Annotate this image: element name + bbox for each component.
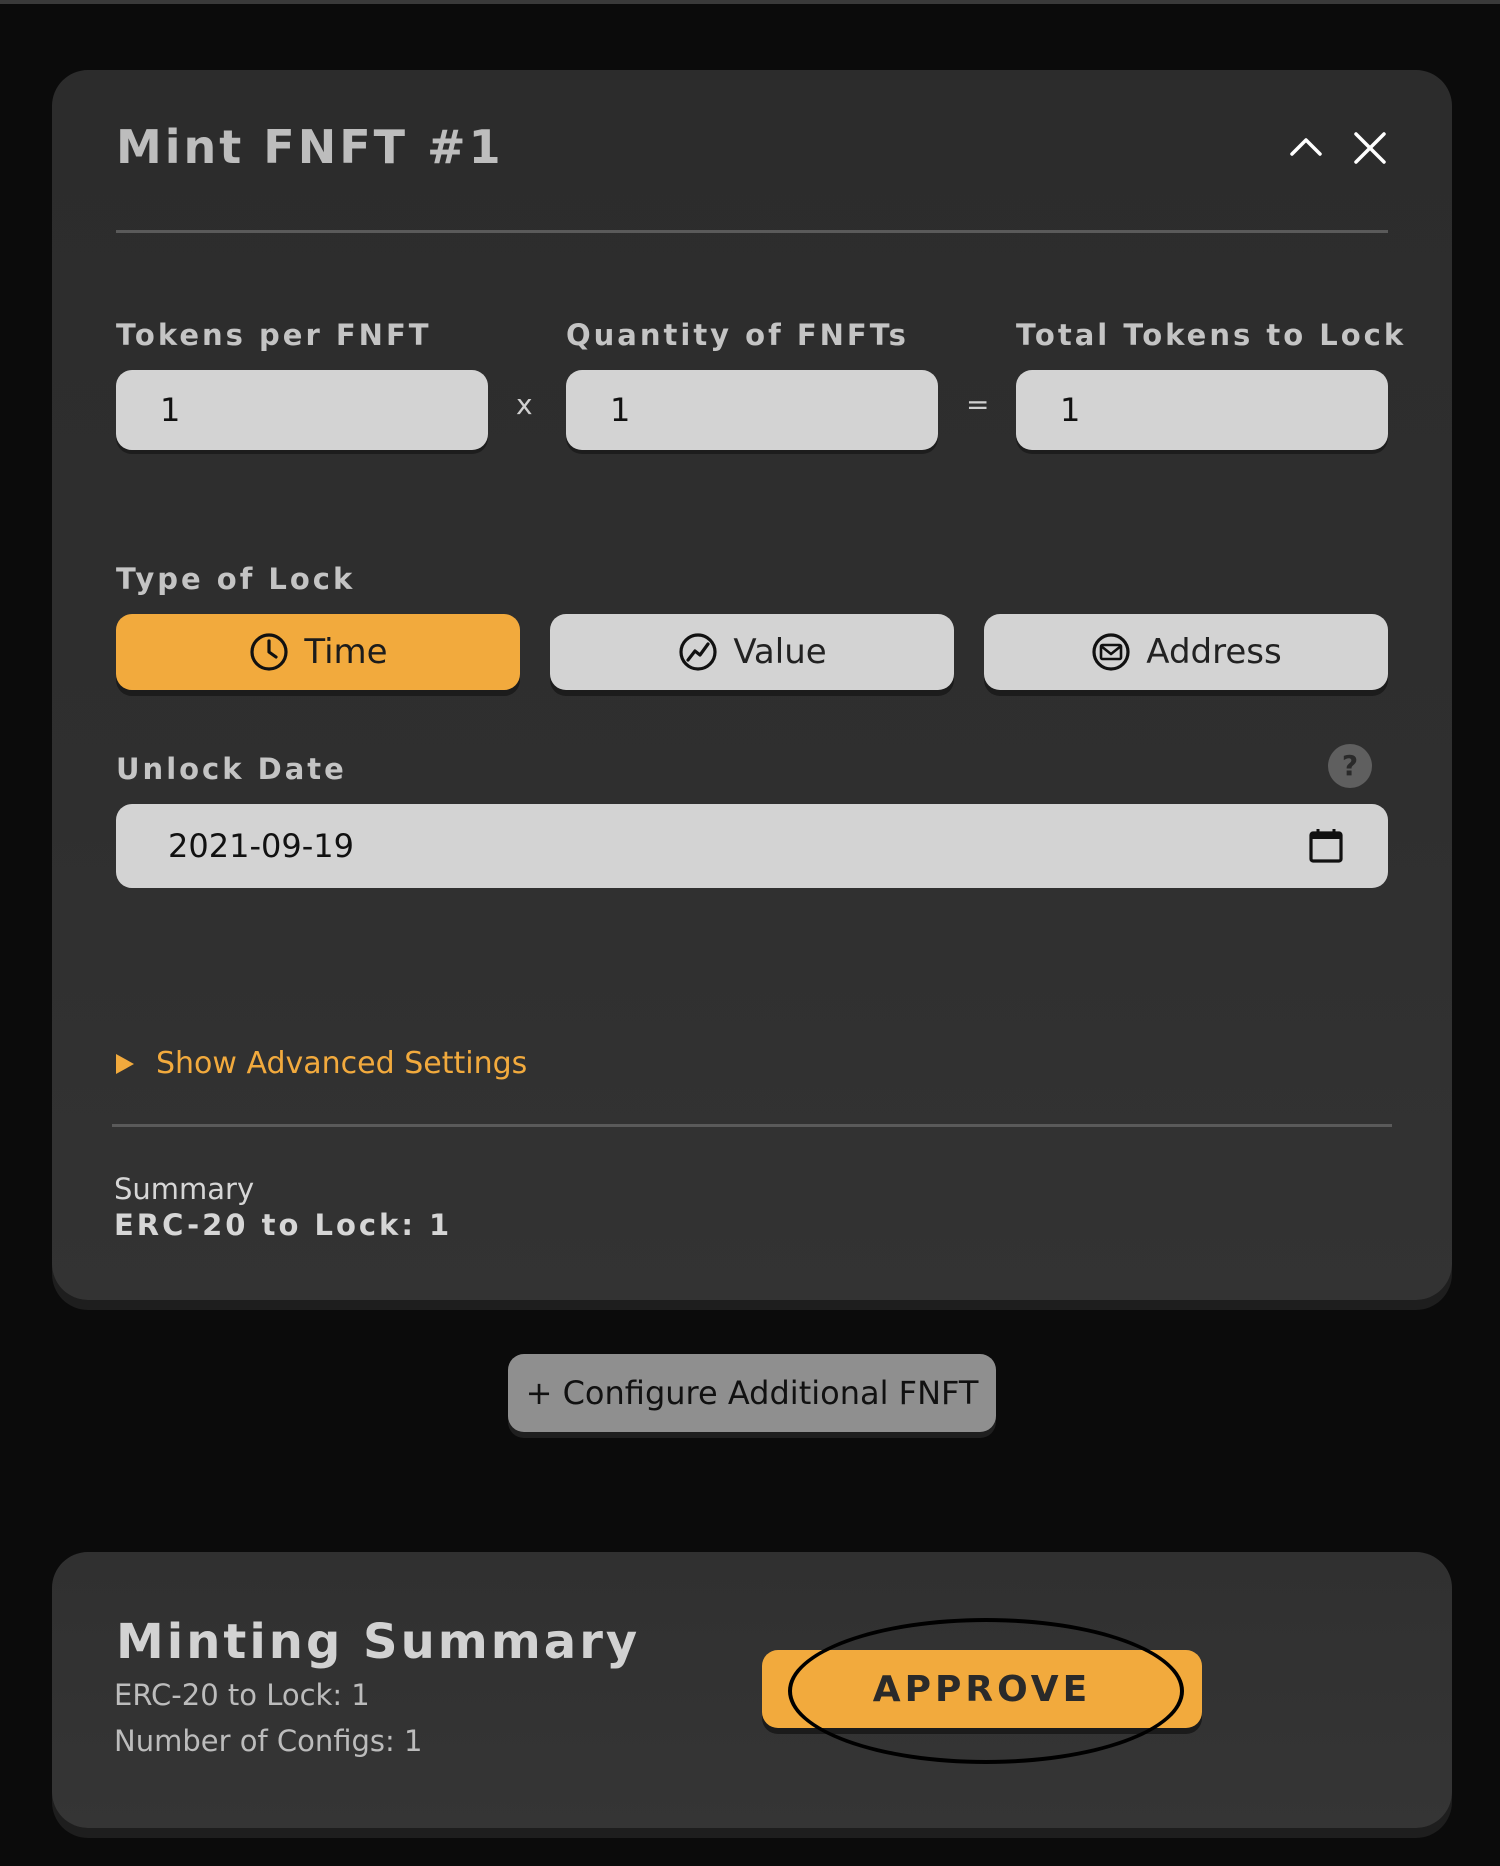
chart-icon bbox=[677, 631, 719, 673]
lock-type-value-button[interactable]: Value bbox=[550, 614, 954, 690]
total-tokens-label: Total Tokens to Lock bbox=[1016, 318, 1407, 352]
minting-summary-erc20: ERC-20 to Lock: 1 bbox=[114, 1678, 370, 1712]
minting-summary-title: Minting Summary bbox=[116, 1614, 641, 1670]
lock-type-time-button[interactable]: Time bbox=[116, 614, 520, 690]
show-advanced-settings-toggle[interactable]: Show Advanced Settings bbox=[116, 1046, 527, 1081]
mint-fnft-card: Mint FNFT #1 Tokens per FNFT Quantity of… bbox=[52, 70, 1452, 1300]
quantity-of-fnfts-label: Quantity of FNFTs bbox=[566, 318, 909, 352]
unlock-date-input[interactable]: 2021-09-19 bbox=[116, 804, 1388, 888]
help-icon[interactable]: ? bbox=[1328, 744, 1372, 788]
tokens-per-fnft-label: Tokens per FNFT bbox=[116, 318, 432, 352]
lock-type-time-label: Time bbox=[304, 632, 388, 672]
card-title: Mint FNFT #1 bbox=[116, 120, 504, 174]
window-top-border bbox=[0, 0, 1500, 4]
tokens-per-fnft-input[interactable]: 1 bbox=[116, 370, 488, 450]
summary-divider bbox=[112, 1124, 1392, 1127]
quantity-of-fnfts-input[interactable]: 1 bbox=[566, 370, 938, 450]
unlock-date-value: 2021-09-19 bbox=[168, 827, 354, 865]
summary-erc20-value: ERC-20 to Lock: 1 bbox=[114, 1208, 453, 1242]
header-divider bbox=[116, 230, 1388, 233]
summary-label: Summary bbox=[114, 1172, 255, 1206]
lock-type-address-button[interactable]: Address bbox=[984, 614, 1388, 690]
equals-symbol: = bbox=[966, 388, 990, 421]
total-tokens-input[interactable]: 1 bbox=[1016, 370, 1388, 450]
chevron-up-icon[interactable] bbox=[1284, 126, 1328, 170]
calendar-icon[interactable] bbox=[1306, 826, 1346, 866]
approve-button[interactable]: APPROVE bbox=[762, 1650, 1202, 1728]
unlock-date-label: Unlock Date bbox=[116, 752, 347, 786]
triangle-right-icon bbox=[116, 1053, 134, 1074]
multiply-symbol: x bbox=[516, 388, 533, 421]
configure-additional-fnft-button[interactable]: + Configure Additional FNFT bbox=[508, 1354, 996, 1432]
close-icon[interactable] bbox=[1348, 126, 1392, 170]
minting-summary-configs: Number of Configs: 1 bbox=[114, 1724, 423, 1758]
clock-icon bbox=[248, 631, 290, 673]
lock-type-label: Type of Lock bbox=[116, 562, 356, 596]
envelope-icon bbox=[1090, 631, 1132, 673]
show-advanced-settings-label: Show Advanced Settings bbox=[156, 1046, 528, 1081]
lock-type-value-label: Value bbox=[733, 632, 827, 672]
minting-summary-card: Minting Summary ERC-20 to Lock: 1 Number… bbox=[52, 1552, 1452, 1828]
lock-type-address-label: Address bbox=[1146, 632, 1282, 672]
